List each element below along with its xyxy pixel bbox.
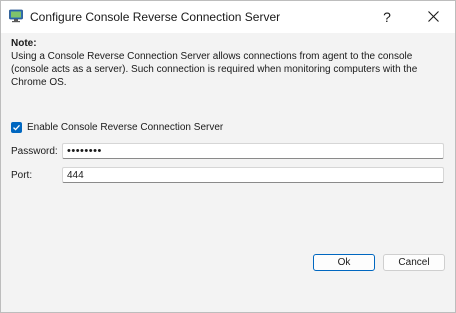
note-text: Using a Console Reverse Connection Serve…	[11, 51, 418, 88]
close-icon	[427, 9, 439, 25]
password-field[interactable]	[62, 143, 444, 159]
password-label: Password:	[11, 146, 58, 157]
title-bar: Configure Console Reverse Connection Ser…	[1, 1, 455, 33]
help-icon: ?	[383, 9, 391, 25]
ok-button[interactable]: Ok	[313, 254, 375, 271]
note-heading: Note:	[11, 38, 37, 49]
help-button[interactable]: ?	[365, 1, 409, 33]
checkmark-icon	[13, 124, 20, 131]
window-title: Configure Console Reverse Connection Ser…	[30, 10, 281, 24]
enable-server-label: Enable Console Reverse Connection Server	[27, 122, 224, 133]
port-label: Port:	[11, 170, 33, 181]
port-field[interactable]	[62, 167, 444, 183]
close-button[interactable]	[411, 1, 455, 33]
cancel-button[interactable]: Cancel	[383, 254, 445, 271]
enable-server-checkbox-row[interactable]: Enable Console Reverse Connection Server	[11, 122, 223, 133]
dialog-window: Configure Console Reverse Connection Ser…	[0, 0, 456, 313]
app-monitor-icon	[9, 9, 23, 23]
enable-server-checkbox[interactable]	[11, 122, 22, 133]
